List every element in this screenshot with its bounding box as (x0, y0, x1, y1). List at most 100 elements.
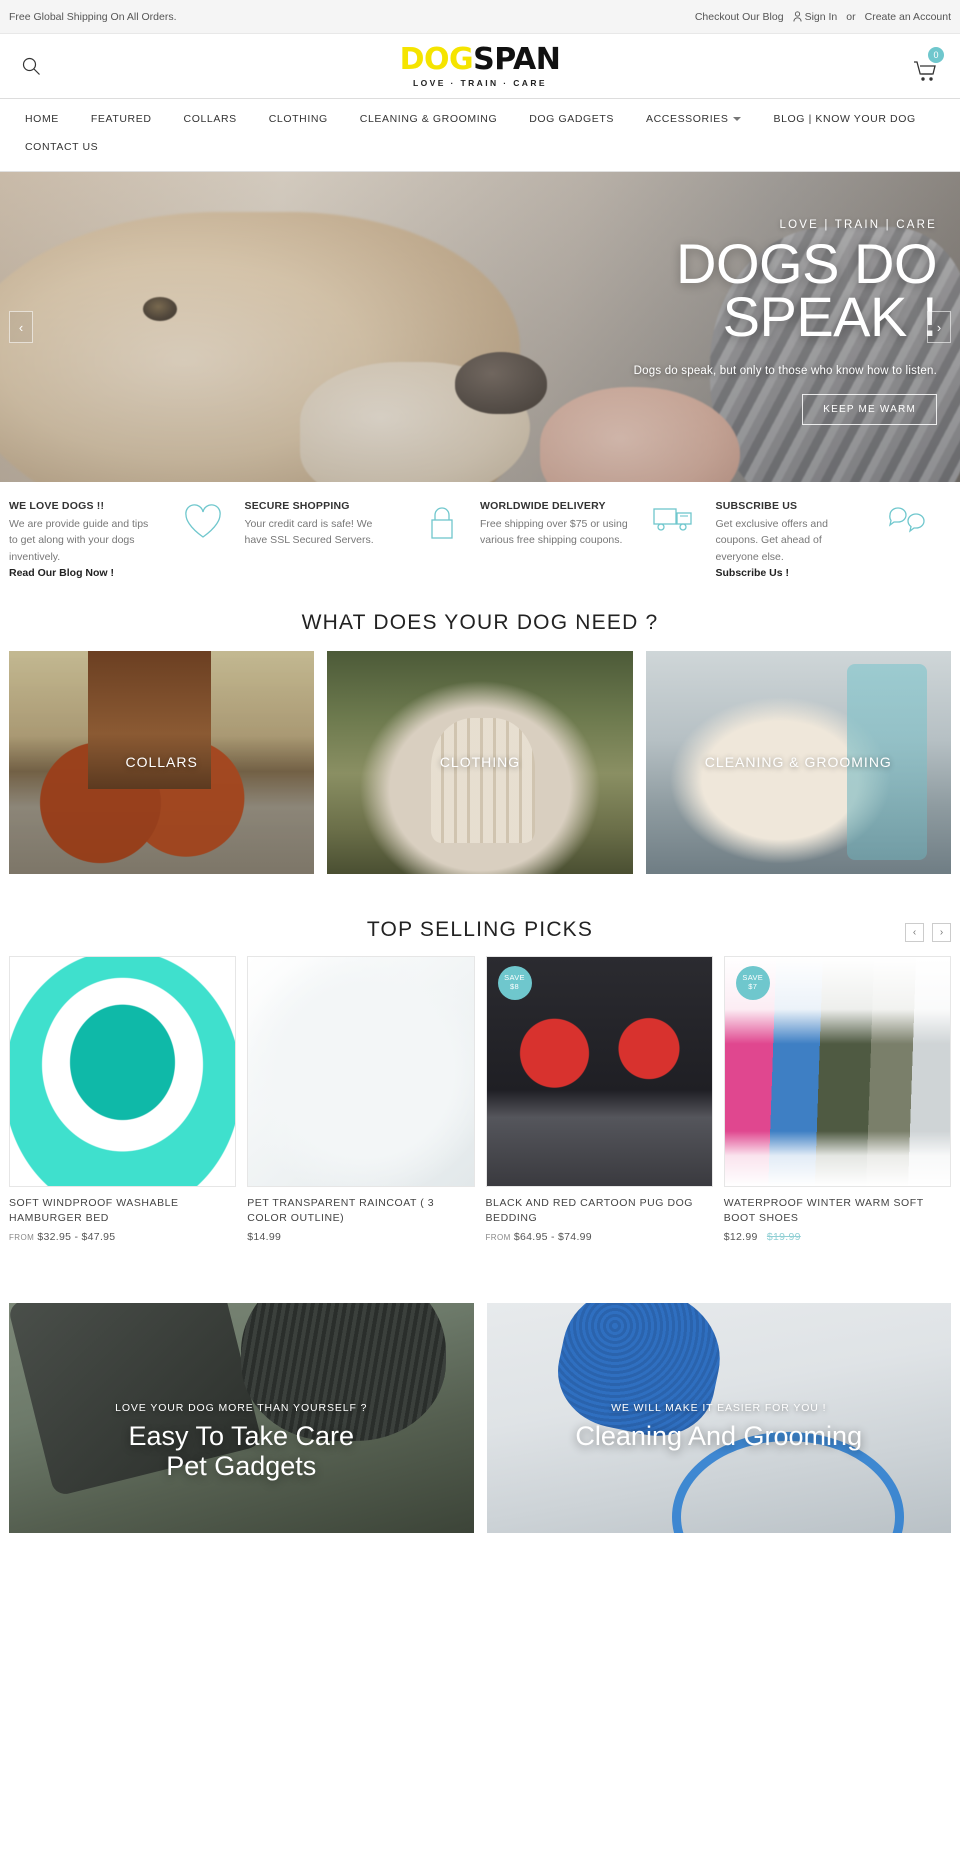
chevron-down-icon (733, 117, 742, 121)
promo-title-line1: Cleaning And Grooming (575, 1421, 863, 1452)
feature-secure-shopping: SECURE SHOPPING Your credit card is safe… (245, 500, 481, 579)
product-title: SOFT WINDPROOF WASHABLE HAMBURGER BED (9, 1196, 179, 1225)
promo-eyebrow: LOVE YOUR DOG MORE THAN YOURSELF ? (115, 1402, 368, 1415)
hero-subtitle: Dogs do speak, but only to those who kno… (633, 365, 937, 378)
product-title: PET TRANSPARENT RAINCOAT ( 3 COLOR OUTLI… (247, 1196, 435, 1225)
category-tile-collars[interactable]: COLLARS (9, 650, 315, 874)
promo-banner-pet-gadgets[interactable]: LOVE YOUR DOG MORE THAN YOURSELF ? Easy … (9, 1303, 474, 1534)
save-amount: $8 (510, 981, 519, 991)
nav-item-contact-us[interactable]: CONTACT US (9, 133, 114, 161)
feature-title: SUBSCRIBE US (715, 500, 798, 512)
price-value: $14.99 (247, 1231, 282, 1244)
site-header: DOGSPAN LOVE · TRAIN · CARE 0 (0, 34, 960, 99)
product-image (9, 955, 237, 1187)
sign-in-link[interactable]: Sign In (793, 10, 838, 23)
categories-heading: WHAT DOES YOUR DOG NEED ? (301, 610, 659, 634)
nav-item-cleaning-grooming[interactable]: CLEANING & GROOMING (344, 105, 513, 133)
promo-banners: LOVE YOUR DOG MORE THAN YOURSELF ? Easy … (0, 1243, 960, 1534)
subscribe-link[interactable]: Subscribe Us ! (716, 567, 866, 579)
nav-label: FEATURED (90, 113, 152, 125)
main-navigation: HOME FEATURED COLLARS CLOTHING CLEANING … (0, 99, 960, 172)
price-from-label: FROM (485, 1233, 511, 1243)
hero-banner: ‹ › LOVE | TRAIN | CARE DOGS DO SPEAK ! … (0, 172, 960, 482)
product-card[interactable]: SOFT WINDPROOF WASHABLE HAMBURGER BED FR… (9, 955, 237, 1243)
nav-item-home[interactable]: HOME (9, 105, 75, 133)
nav-label: ACCESSORIES (646, 113, 729, 125)
nav-item-clothing[interactable]: CLOTHING (253, 105, 344, 133)
hero-next-button[interactable]: › (927, 311, 951, 343)
feature-description: Free shipping over $75 or using various … (480, 518, 628, 547)
nav-label: DOG GADGETS (529, 113, 614, 125)
price-value: $12.99 (723, 1231, 758, 1244)
nav-item-collars[interactable]: COLLARS (168, 105, 253, 133)
products-next-button[interactable]: › (932, 922, 951, 942)
feature-description: Get exclusive offers and coupons. Get ah… (715, 518, 828, 563)
nav-label: BLOG | KNOW YOUR DOG (773, 113, 916, 125)
nav-label: CLEANING & GROOMING (359, 113, 498, 125)
shipping-notice: Free Global Shipping On All Orders. (9, 10, 177, 23)
category-label: CLOTHING (439, 754, 521, 771)
chevron-right-icon: › (936, 319, 942, 335)
logo-dog-text: DOG (399, 41, 474, 77)
product-grid: SOFT WINDPROOF WASHABLE HAMBURGER BED FR… (0, 955, 960, 1244)
category-label: CLEANING & GROOMING (704, 754, 892, 771)
nav-item-dog-gadgets[interactable]: DOG GADGETS (513, 105, 630, 133)
or-separator: or (846, 10, 856, 23)
product-card[interactable]: PET TRANSPARENT RAINCOAT ( 3 COLOR OUTLI… (247, 955, 475, 1244)
read-blog-link[interactable]: Read Our Blog Now ! (9, 567, 159, 579)
promo-title: Easy To Take Care Pet Gadgets (9, 1421, 474, 1481)
category-tile-clothing[interactable]: CLOTHING (327, 650, 633, 874)
product-card[interactable]: SAVE $8 BLACK AND RED CARTOON PUG DOG BE… (485, 955, 713, 1243)
hero-prev-button[interactable]: ‹ (9, 311, 33, 343)
chevron-left-icon: ‹ (912, 926, 917, 938)
feature-subscribe-us: SUBSCRIBE US Get exclusive offers and co… (716, 500, 952, 579)
nav-label: CONTACT US (25, 141, 99, 153)
nav-item-accessories[interactable]: ACCESSORIES (630, 105, 757, 133)
top-selling-carousel-nav: ‹ › (905, 922, 951, 942)
top-bar-links: Checkout Our Blog Sign In or Create an A… (695, 11, 951, 23)
hero-eyebrow: LOVE | TRAIN | CARE (779, 219, 937, 231)
hero-content: LOVE | TRAIN | CARE DOGS DO SPEAK ! Dogs… (517, 219, 938, 426)
product-price: FROM $64.95 - $74.99 (486, 1231, 713, 1243)
cart-button[interactable]: 0 (908, 47, 944, 83)
nav-label: COLLARS (183, 113, 237, 125)
top-selling-header: TOP SELLING PICKS ‹ › (0, 874, 960, 956)
nav-item-featured[interactable]: FEATURED (75, 105, 168, 133)
feature-description: We are provide guide and tips to get alo… (9, 518, 149, 563)
create-account-link[interactable]: Create an Account (865, 11, 951, 23)
category-tiles: COLLARS CLOTHING CLEANING & GROOMING (0, 650, 960, 874)
chat-icon (888, 507, 925, 533)
sign-in-label: Sign In (804, 10, 838, 23)
feature-we-love-dogs: WE LOVE DOGS !! We are provide guide and… (9, 500, 245, 579)
logo-span-text: SPAN (473, 41, 561, 77)
product-image: SAVE $7 (723, 955, 951, 1187)
heart-icon (184, 504, 221, 538)
nav-item-blog[interactable]: BLOG | KNOW YOUR DOG (757, 105, 931, 133)
product-price: FROM $32.95 - $47.95 (9, 1231, 236, 1243)
category-tile-cleaning-grooming[interactable]: CLEANING & GROOMING (645, 650, 951, 874)
search-button[interactable] (18, 53, 44, 79)
feature-description: Your credit card is safe! We have SSL Se… (244, 518, 374, 547)
nav-label: CLOTHING (268, 113, 328, 125)
feature-worldwide-delivery: WORLDWIDE DELIVERY Free shipping over $7… (480, 500, 716, 579)
promo-content: WE WILL MAKE IT EASIER FOR YOU ! Cleanin… (487, 1402, 952, 1451)
product-image: SAVE $8 (485, 955, 713, 1187)
price-value: $64.95 - $74.99 (513, 1231, 592, 1244)
price-from-label: FROM (9, 1233, 35, 1243)
product-price: $12.99 $19.99 (724, 1231, 951, 1243)
hero-title-line2: SPEAK ! (722, 285, 938, 349)
logo-wordmark: DOGSPAN (399, 41, 561, 77)
top-selling-heading: TOP SELLING PICKS (366, 917, 594, 941)
product-card[interactable]: SAVE $7 WATERPROOF WINTER WARM SOFT BOOT… (723, 955, 951, 1243)
promo-banner-cleaning-grooming[interactable]: WE WILL MAKE IT EASIER FOR YOU ! Cleanin… (486, 1303, 952, 1534)
save-amount: $7 (748, 981, 758, 991)
feature-title: WORLDWIDE DELIVERY (480, 500, 606, 512)
product-title: BLACK AND RED CARTOON PUG DOG BEDDING (485, 1196, 694, 1225)
logo-tagline: LOVE · TRAIN · CARE (413, 77, 547, 88)
hero-cta-button[interactable]: KEEP ME WARM (802, 394, 937, 426)
site-logo[interactable]: DOGSPAN LOVE · TRAIN · CARE (399, 41, 561, 88)
hero-title: DOGS DO SPEAK ! (517, 235, 938, 349)
checkout-blog-link[interactable]: Checkout Our Blog (695, 11, 784, 23)
products-prev-button[interactable]: ‹ (905, 922, 924, 942)
promo-content: LOVE YOUR DOG MORE THAN YOURSELF ? Easy … (9, 1402, 474, 1481)
